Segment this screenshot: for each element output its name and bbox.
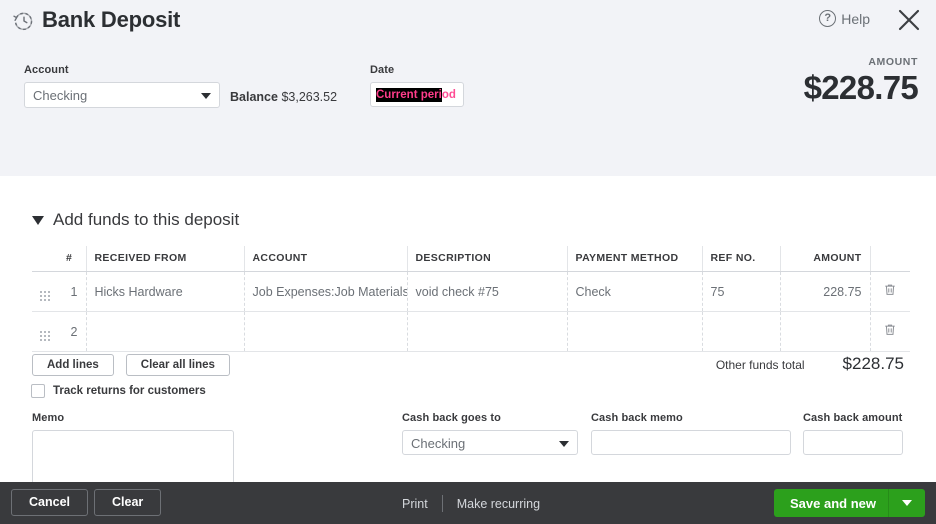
- column-header-received-from: RECEIVED FROM: [86, 246, 245, 272]
- drag-handle-icon[interactable]: [40, 331, 50, 341]
- cell-amount[interactable]: 228.75: [780, 271, 871, 312]
- close-icon[interactable]: [896, 7, 922, 33]
- cell-received-from[interactable]: [86, 311, 245, 352]
- column-header-ref-no: REF NO.: [702, 246, 781, 272]
- memo-field-group: Memo: [32, 412, 234, 492]
- cell-account[interactable]: Job Expenses:Job Materials: [244, 271, 408, 312]
- row-index: 1: [58, 271, 87, 312]
- date-input[interactable]: Current period: [370, 82, 464, 107]
- cell-payment-method[interactable]: [567, 311, 703, 352]
- cell-delete[interactable]: [870, 271, 910, 312]
- table-row: 2: [32, 311, 910, 352]
- cell-received-from[interactable]: Hicks Hardware: [86, 271, 245, 312]
- cash-back-goes-to-value: Checking: [411, 436, 466, 451]
- other-funds-total-value: $228.75: [842, 354, 904, 373]
- page-title: Bank Deposit: [42, 7, 181, 32]
- cell-description[interactable]: void check #75: [407, 271, 568, 312]
- trash-icon[interactable]: [883, 324, 897, 340]
- print-link[interactable]: Print: [402, 497, 428, 511]
- chevron-down-icon: [559, 441, 569, 447]
- column-header-grip: [32, 246, 58, 272]
- cell-ref-no[interactable]: [702, 311, 781, 352]
- date-selected-text: Current peri: [376, 88, 442, 102]
- line-items-table: # RECEIVED FROM ACCOUNT DESCRIPTION PAYM…: [32, 246, 910, 352]
- other-funds-total-label: Other funds total: [715, 358, 805, 372]
- track-returns-checkbox-row[interactable]: Track returns for customers: [31, 384, 206, 398]
- add-funds-section-title: Add funds to this deposit: [53, 210, 240, 229]
- column-header-index: #: [58, 246, 87, 272]
- column-header-payment-method: PAYMENT METHOD: [567, 246, 703, 272]
- cell-delete[interactable]: [870, 311, 910, 352]
- line-actions: Add lines Clear all lines: [32, 354, 230, 376]
- help-label: Help: [841, 10, 870, 27]
- account-select-value: Checking: [33, 88, 88, 103]
- column-header-account: ACCOUNT: [244, 246, 408, 272]
- make-recurring-link[interactable]: Make recurring: [457, 497, 540, 511]
- footer-divider: [441, 495, 443, 512]
- table-header-row: # RECEIVED FROM ACCOUNT DESCRIPTION PAYM…: [32, 246, 910, 272]
- balance-readout: Balance $3,263.52: [230, 90, 337, 104]
- column-header-description: DESCRIPTION: [407, 246, 568, 272]
- footer-left-actions: Cancel Clear: [11, 489, 162, 516]
- footer-center-actions: Print Make recurring: [402, 495, 540, 512]
- row-index: 2: [58, 311, 87, 352]
- footer-bar: Cancel Clear Print Make recurring Save a…: [0, 482, 936, 524]
- save-and-new-button[interactable]: Save and new: [774, 489, 925, 517]
- memo-label: Memo: [32, 412, 65, 424]
- cell-account[interactable]: [244, 311, 408, 352]
- date-input-value: Current period: [376, 87, 456, 103]
- drag-handle-icon[interactable]: [40, 291, 50, 301]
- cancel-button[interactable]: Cancel: [11, 489, 88, 516]
- table-row: 1 Hicks Hardware Job Expenses:Job Materi…: [32, 271, 910, 312]
- header-panel: Bank Deposit ? Help Account Checking Bal…: [0, 0, 936, 176]
- cell-ref-no[interactable]: 75: [702, 271, 781, 312]
- title-bar: Bank Deposit ? Help: [0, 0, 936, 44]
- cell-payment-method[interactable]: Check: [567, 271, 703, 312]
- track-returns-label: Track returns for customers: [53, 385, 206, 397]
- track-returns-checkbox[interactable]: [31, 384, 45, 398]
- row-drag-handle-cell[interactable]: [32, 271, 58, 312]
- help-button[interactable]: ? Help: [819, 10, 870, 27]
- save-and-new-label: Save and new: [790, 495, 876, 511]
- date-label: Date: [370, 64, 395, 76]
- recurring-clock-icon: [11, 8, 37, 34]
- cell-description[interactable]: [407, 311, 568, 352]
- trash-icon[interactable]: [883, 284, 897, 300]
- amount-summary: AMOUNT $228.75: [803, 56, 919, 107]
- column-header-actions: [870, 246, 910, 272]
- column-header-amount: AMOUNT: [780, 246, 871, 272]
- account-select[interactable]: Checking: [24, 82, 220, 108]
- account-label: Account: [24, 64, 69, 76]
- cash-back-amount-group: Cash back amount: [803, 412, 903, 455]
- date-unselected-text: od: [441, 89, 456, 101]
- row-drag-handle-cell[interactable]: [32, 311, 58, 352]
- cash-back-goes-to-select[interactable]: Checking: [402, 430, 578, 455]
- date-field-group: Date Current period: [370, 64, 464, 107]
- chevron-down-icon: [902, 500, 912, 506]
- amount-value: $228.75: [803, 69, 919, 106]
- amount-label: AMOUNT: [868, 56, 918, 68]
- clear-all-lines-button[interactable]: Clear all lines: [125, 354, 230, 376]
- cash-back-memo-group: Cash back memo: [591, 412, 791, 455]
- cash-back-memo-label: Cash back memo: [591, 412, 683, 424]
- chevron-down-icon: [201, 93, 211, 99]
- clear-button[interactable]: Clear: [94, 489, 162, 516]
- other-funds-total: Other funds total $228.75: [716, 354, 904, 374]
- add-funds-section-toggle[interactable]: Add funds to this deposit: [32, 210, 239, 230]
- balance-value: $3,263.52: [281, 90, 338, 104]
- save-dropdown-toggle[interactable]: [889, 500, 925, 506]
- question-mark-icon: ?: [819, 10, 837, 27]
- cell-amount[interactable]: [780, 311, 871, 352]
- account-field-group: Account Checking: [24, 64, 220, 108]
- cash-back-memo-input[interactable]: [591, 430, 791, 455]
- cash-back-goes-to-group: Cash back goes to Checking: [402, 412, 578, 455]
- bank-deposit-window: Bank Deposit ? Help Account Checking Bal…: [0, 0, 936, 524]
- cash-back-amount-label: Cash back amount: [803, 412, 903, 424]
- cash-back-amount-input[interactable]: [803, 430, 903, 455]
- add-lines-button[interactable]: Add lines: [32, 354, 114, 376]
- body-panel: Add funds to this deposit # RECEIVED FRO…: [0, 176, 936, 492]
- cash-back-goes-to-label: Cash back goes to: [402, 412, 501, 424]
- balance-label: Balance: [230, 90, 278, 104]
- chevron-down-icon: [32, 215, 44, 225]
